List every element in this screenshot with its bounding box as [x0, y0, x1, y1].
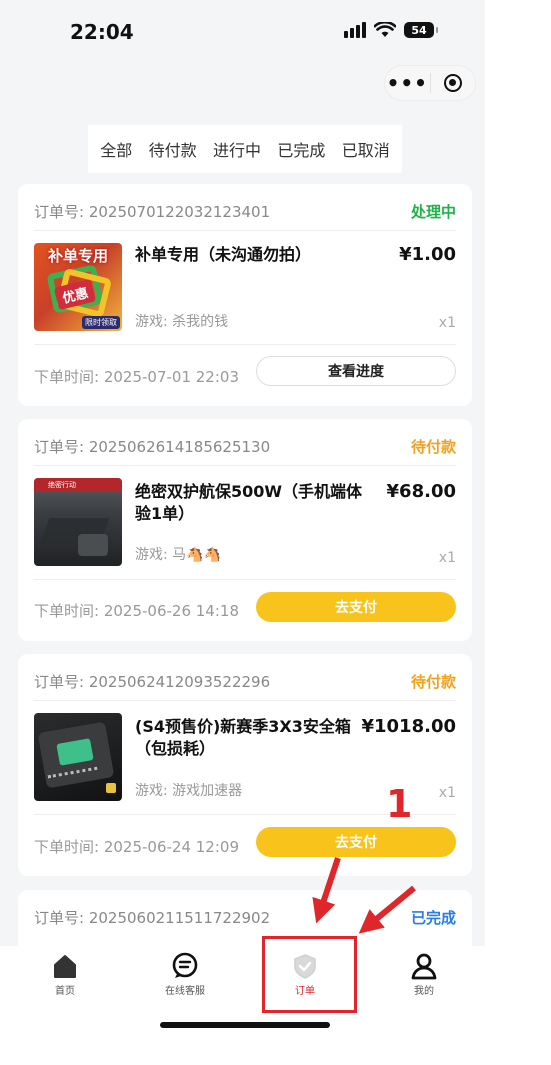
order-card[interactable]: 订单号: 2025070122032123401 处理中 补单专用 优惠 限时领… [18, 184, 472, 406]
status-bar: 22:04 54 [0, 0, 485, 64]
nav-label: 我的 [414, 986, 434, 997]
order-number: 订单号: 2025070122032123401 [34, 203, 271, 221]
product-price: ¥1.00 [399, 244, 456, 265]
bottom-nav: 首页 在线客服 订单 我的 [0, 946, 485, 1065]
product-price: ¥1018.00 [361, 716, 456, 737]
view-progress-button[interactable]: 查看进度 [256, 356, 456, 386]
divider [34, 579, 456, 580]
home-indicator [160, 1022, 330, 1028]
mini-program-capsule: ••• [384, 65, 476, 101]
quantity: x1 [438, 315, 456, 331]
divider [34, 230, 456, 231]
target-icon [443, 74, 462, 92]
battery-icon: 54 [404, 22, 438, 38]
divider [34, 700, 456, 701]
more-dots-icon[interactable]: ••• [385, 71, 430, 95]
annotation-highlight-box [262, 936, 357, 1013]
nav-label: 在线客服 [165, 986, 205, 997]
status-icons: 54 [344, 22, 438, 38]
nav-item-home[interactable]: 首页 [25, 952, 105, 997]
game-name: 游戏: 马🐴🐴 [135, 547, 222, 563]
order-number: 订单号: 2025062412093522296 [34, 673, 271, 691]
divider [34, 344, 456, 345]
product-price: ¥68.00 [386, 481, 456, 502]
home-icon [54, 955, 76, 978]
chat-icon [172, 952, 198, 978]
pay-button[interactable]: 去支付 [256, 827, 456, 857]
order-status: 待付款 [410, 438, 456, 456]
order-number: 订单号: 2025060211511722902 [34, 909, 271, 927]
thumbnail-decor [106, 783, 116, 793]
product-title: 绝密双护航保500W（手机端体验1单） [135, 482, 363, 523]
close-mini-program-button[interactable] [431, 74, 476, 92]
order-tabs: 全部 待付款 进行中 已完成 已取消 [88, 125, 402, 173]
user-icon [411, 953, 437, 980]
nav-item-profile[interactable]: 我的 [384, 952, 464, 997]
game-name: 游戏: 杀我的钱 [135, 314, 229, 330]
tab-cancelled[interactable]: 已取消 [342, 137, 390, 161]
tab-pending-payment[interactable]: 待付款 [149, 137, 197, 161]
order-status: 待付款 [410, 673, 456, 691]
order-time: 下单时间: 2025-07-01 22:03 [34, 368, 239, 386]
pay-button[interactable]: 去支付 [256, 592, 456, 622]
quantity: x1 [438, 785, 456, 801]
product-thumbnail: 补单专用 优惠 限时领取 [34, 243, 122, 331]
nav-label: 首页 [55, 986, 75, 997]
order-number: 订单号: 2025062614185625130 [34, 438, 271, 456]
phone-screen: 22:04 54 ••• 全部 待付款 进行中 已完成 已取消 订单号: 202 [0, 0, 485, 1065]
annotation-number: 1 [386, 782, 413, 826]
thumbnail-text: 绝密行动 [34, 478, 122, 492]
thumbnail-caption: 限时领取 [82, 316, 120, 329]
thumbnail-decor [78, 534, 108, 556]
quantity: x1 [438, 550, 456, 566]
tab-completed[interactable]: 已完成 [277, 137, 325, 161]
order-time: 下单时间: 2025-06-26 14:18 [34, 602, 239, 620]
product-title: (S4预售价)新赛季3X3安全箱（包损耗） [135, 717, 351, 758]
order-time: 下单时间: 2025-06-24 12:09 [34, 838, 239, 856]
wifi-icon [374, 22, 396, 37]
product-thumbnail [34, 713, 122, 801]
order-card[interactable]: 订单号: 2025062614185625130 待付款 绝密行动 绝密双护航保… [18, 419, 472, 641]
tab-all[interactable]: 全部 [100, 137, 132, 161]
signal-icon [344, 22, 366, 38]
order-status: 已完成 [410, 909, 456, 927]
product-title: 补单专用（未沟通勿拍） [135, 245, 312, 264]
game-name: 游戏: 游戏加速器 [135, 783, 243, 799]
product-thumbnail: 绝密行动 [34, 478, 122, 566]
nav-item-customer-service[interactable]: 在线客服 [145, 952, 225, 997]
divider [34, 465, 456, 466]
order-card[interactable]: 订单号: 2025062412093522296 待付款 (S4预售价)新赛季3… [18, 654, 472, 876]
order-status: 处理中 [410, 203, 456, 221]
thumbnail-text: 补单专用 [47, 247, 108, 265]
tab-in-progress[interactable]: 进行中 [213, 137, 261, 161]
status-time: 22:04 [70, 20, 134, 44]
